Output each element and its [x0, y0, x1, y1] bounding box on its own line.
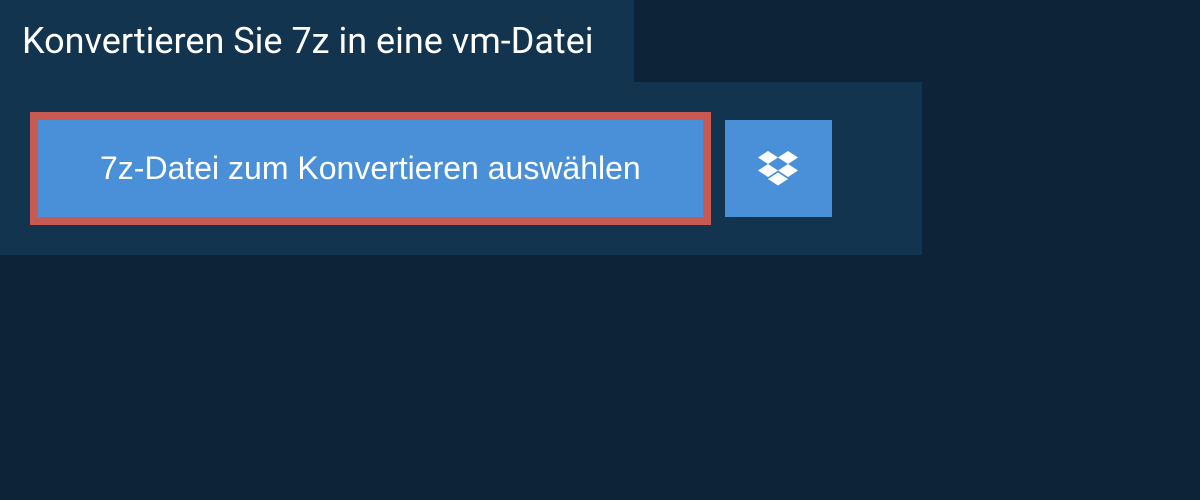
content-panel: 7z-Datei zum Konvertieren auswählen: [0, 82, 922, 255]
page-title: Konvertieren Sie 7z in eine vm-Datei: [22, 20, 594, 62]
dropbox-button[interactable]: [725, 120, 832, 217]
select-button-highlight: 7z-Datei zum Konvertieren auswählen: [30, 112, 711, 225]
button-row: 7z-Datei zum Konvertieren auswählen: [30, 112, 892, 225]
dropbox-icon: [758, 151, 798, 187]
header-bar: Konvertieren Sie 7z in eine vm-Datei: [0, 0, 634, 82]
select-file-button[interactable]: 7z-Datei zum Konvertieren auswählen: [38, 120, 703, 217]
